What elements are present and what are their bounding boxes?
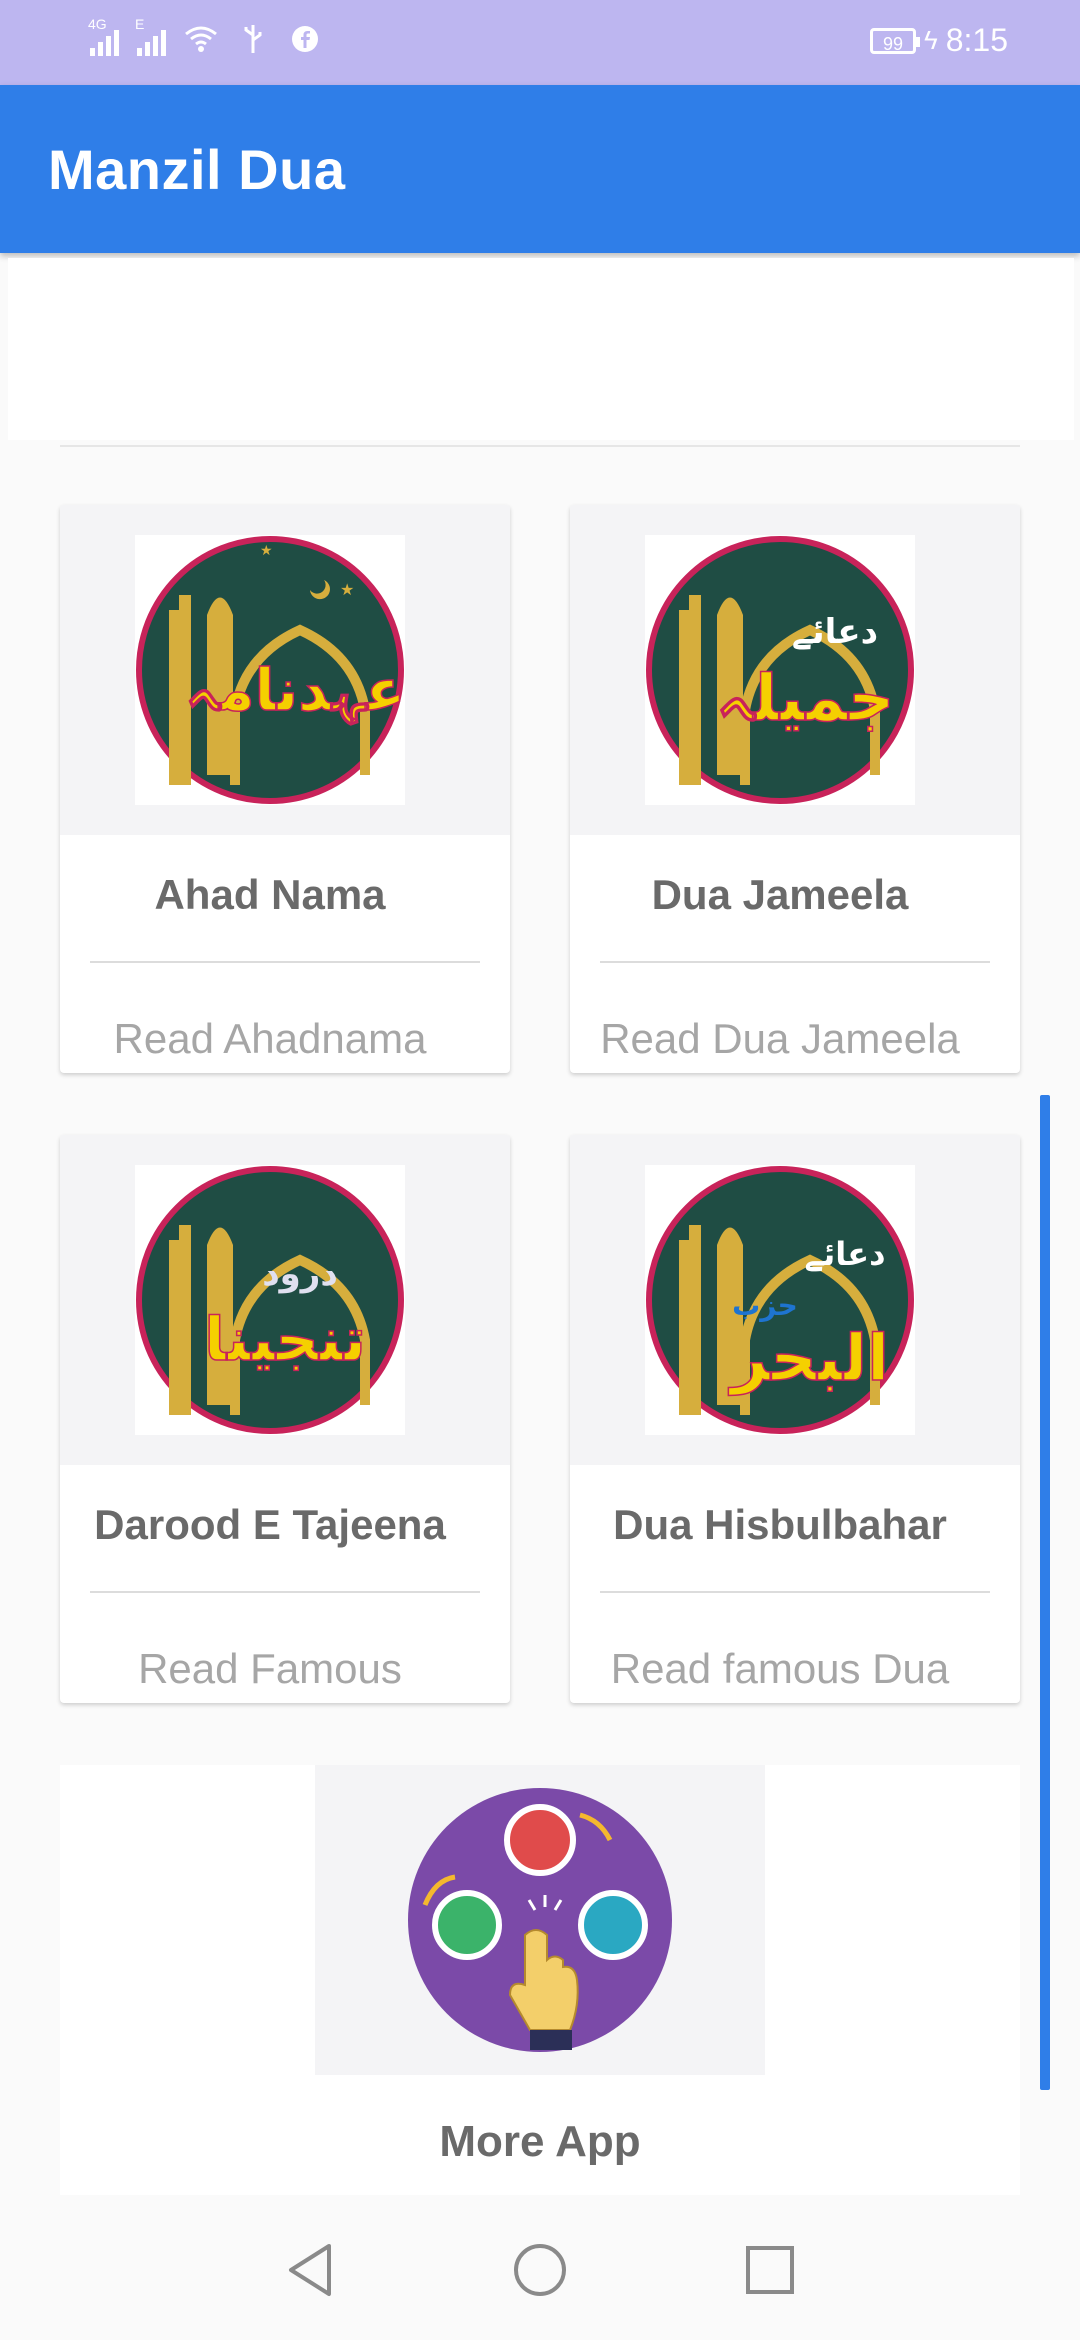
app-bar: Manzil Dua xyxy=(0,85,1080,253)
card-subtitle: Read famous Dua xyxy=(610,1645,950,1692)
card-title: Ahad Nama xyxy=(154,871,386,918)
status-icons-right: 99 ϟ 8:15 xyxy=(869,22,1008,59)
card-image-area: ★ ★ عہدنامہ xyxy=(60,505,510,835)
card-ahad-nama[interactable]: ★ ★ عہدنامہ Ahad Nama Read Ahadnama xyxy=(60,505,510,1073)
card-subtitle: Read Dua Jameela xyxy=(600,1015,960,1062)
home-icon[interactable] xyxy=(510,2240,570,2300)
signal-icon: 4G xyxy=(88,16,119,56)
svg-text:دعائے: دعائے xyxy=(804,1235,885,1273)
charging-icon: ϟ xyxy=(923,25,938,55)
system-nav-bar xyxy=(0,2200,1080,2340)
darood-e-tajeena-image: درود تنجینا xyxy=(135,1165,405,1435)
more-app-image xyxy=(315,1765,765,2075)
svg-text:حزب: حزب xyxy=(732,1289,798,1322)
card-image-area: درود تنجینا xyxy=(60,1135,510,1465)
svg-text:★: ★ xyxy=(260,542,273,558)
ad-banner-area xyxy=(8,258,1074,440)
more-app-title: More App xyxy=(439,2117,641,2166)
scrollbar[interactable] xyxy=(1040,1095,1050,2090)
status-icons-left: 4G E xyxy=(88,16,322,56)
usb-icon xyxy=(236,22,270,56)
status-bar: 4G E 99 ϟ 8:15 xyxy=(0,0,1080,85)
mosque-badge-icon: دعائے حزب البحر xyxy=(646,1166,914,1434)
card-dua-jameela[interactable]: دعائے جمیلہ Dua Jameela Read Dua Jameela xyxy=(570,505,1020,1073)
card-divider xyxy=(90,1591,480,1593)
card-subtitle: Read Ahadnama xyxy=(113,1015,427,1062)
card-divider xyxy=(600,961,990,963)
clock: 8:15 xyxy=(945,22,1008,58)
card-dua-hisbulbahar[interactable]: دعائے حزب البحر Dua Hisbulbahar Read fam… xyxy=(570,1135,1020,1703)
network-type-label: 4G xyxy=(88,16,107,32)
signal-icon: E xyxy=(135,16,166,56)
svg-text:البحر: البحر xyxy=(728,1322,889,1396)
card-divider xyxy=(600,1591,990,1593)
ahad-nama-image: ★ ★ عہدنامہ xyxy=(135,535,405,805)
svg-text:عہدنامہ: عہدنامہ xyxy=(185,656,405,725)
network-type-label: E xyxy=(135,16,145,32)
facebook-icon xyxy=(288,22,322,56)
battery-level: 99 xyxy=(882,33,903,54)
svg-text:★: ★ xyxy=(340,582,354,599)
svg-text:دعائے: دعائے xyxy=(792,612,878,652)
card-title: Dua Jameela xyxy=(651,871,909,918)
card-image-area: دعائے حزب البحر xyxy=(570,1135,1020,1465)
card-darood-e-tajeena[interactable]: درود تنجینا Darood E Tajeena Read Famous xyxy=(60,1135,510,1703)
divider xyxy=(60,445,1020,447)
back-icon[interactable] xyxy=(280,2240,340,2300)
more-apps-icon xyxy=(408,1788,672,2052)
mosque-badge-icon: دعائے جمیلہ xyxy=(646,536,914,804)
card-title: Darood E Tajeena xyxy=(94,1501,446,1548)
svg-text:تنجینا: تنجینا xyxy=(204,1305,366,1375)
svg-text:جمیلہ: جمیلہ xyxy=(716,662,895,736)
mosque-badge-icon: درود تنجینا xyxy=(136,1166,404,1434)
dua-hisbulbahar-image: دعائے حزب البحر xyxy=(645,1165,915,1435)
more-app-card[interactable]: More App xyxy=(60,1765,1020,2195)
card-image-area: دعائے جمیلہ xyxy=(570,505,1020,835)
svg-text:درود: درود xyxy=(262,1254,338,1294)
dua-jameela-image: دعائے جمیلہ xyxy=(645,535,915,805)
recents-icon[interactable] xyxy=(740,2240,800,2300)
app-title: Manzil Dua xyxy=(48,138,346,201)
card-subtitle: Read Famous xyxy=(138,1645,402,1692)
mosque-badge-icon: ★ ★ عہدنامہ xyxy=(136,536,405,804)
wifi-icon xyxy=(184,22,218,56)
card-divider xyxy=(90,961,480,963)
battery-icon: 99 xyxy=(869,27,920,54)
card-title: Dua Hisbulbahar xyxy=(613,1501,947,1548)
